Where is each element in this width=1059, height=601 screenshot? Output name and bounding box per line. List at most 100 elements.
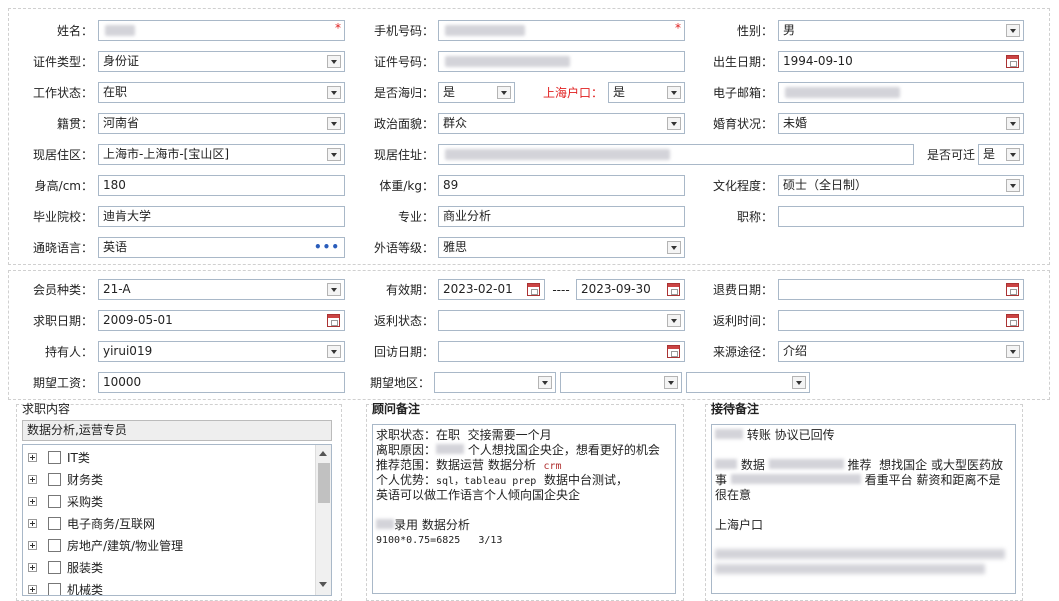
title-input[interactable] — [778, 206, 1024, 227]
chevron-down-icon[interactable] — [792, 376, 806, 389]
source-select[interactable]: 介绍 — [778, 341, 1024, 362]
chevron-down-icon[interactable] — [1006, 117, 1020, 130]
calendar-icon[interactable] — [527, 283, 540, 296]
chevron-down-icon[interactable] — [327, 345, 341, 358]
plus-box-icon[interactable] — [28, 497, 37, 506]
holder-label: 持有人： — [44, 345, 93, 359]
plus-box-icon[interactable] — [28, 563, 37, 572]
note-line: 很在意 — [715, 488, 752, 502]
refund-date-input[interactable] — [778, 279, 1024, 300]
plus-box-icon[interactable] — [28, 585, 37, 594]
education-select[interactable]: 硕士（全日制） — [778, 175, 1024, 196]
job-category-tree[interactable]: IT类 财务类 采购类 电子商务/互联网 房地产/建筑/物业管理 服装类 机械类 — [22, 444, 332, 596]
job-content-selected-value: 数据分析,运营专员 — [27, 423, 127, 437]
visit-date-input[interactable] — [438, 341, 685, 362]
note-line: 离职原因： 个人想找国企央企，想看更好的机会 — [376, 443, 660, 457]
rebate-time-input[interactable] — [778, 310, 1024, 331]
chevron-down-icon[interactable] — [667, 117, 681, 130]
checkbox-icon[interactable] — [48, 451, 61, 464]
checkbox-icon[interactable] — [48, 583, 61, 595]
chevron-down-icon[interactable] — [327, 117, 341, 130]
checkbox-icon[interactable] — [48, 517, 61, 530]
calendar-icon[interactable] — [1006, 55, 1019, 68]
chevron-down-icon[interactable] — [1006, 148, 1020, 161]
valid-to-input[interactable]: 2023-09-30 — [576, 279, 685, 300]
reception-notes-textarea[interactable]: 转账 协议已回传 数据 推荐 想找国企 或大型医药放 事 看重平台 薪资和距离不… — [711, 424, 1016, 594]
plus-box-icon[interactable] — [28, 475, 37, 484]
chevron-down-icon[interactable] — [664, 376, 678, 389]
plus-box-icon[interactable] — [28, 541, 37, 550]
id-type-select[interactable]: 身份证 — [98, 51, 345, 72]
foreign-level-select[interactable]: 雅思 — [438, 237, 685, 258]
job-date-label: 求职日期： — [32, 314, 93, 328]
chevron-down-icon[interactable] — [497, 86, 511, 99]
checkbox-icon[interactable] — [48, 495, 61, 508]
job-content-selected[interactable]: 数据分析,运营专员 — [22, 420, 332, 441]
chevron-down-icon[interactable] — [1006, 345, 1020, 358]
checkbox-icon[interactable] — [48, 473, 61, 486]
shanghai-hukou-select[interactable]: 是 — [608, 82, 685, 103]
name-label: 姓名： — [56, 24, 93, 38]
scroll-up-icon[interactable] — [319, 451, 327, 456]
major-input[interactable]: 商业分析 — [438, 206, 685, 227]
chevron-down-icon[interactable] — [667, 241, 681, 254]
tree-scrollbar[interactable] — [315, 445, 331, 595]
calendar-icon[interactable] — [1006, 314, 1019, 327]
returnee-select[interactable]: 是 — [438, 82, 515, 103]
checkbox-icon[interactable] — [48, 539, 61, 552]
expected-area-province-select[interactable] — [434, 372, 556, 393]
holder-select[interactable]: yirui019 — [98, 341, 345, 362]
chevron-down-icon[interactable] — [327, 55, 341, 68]
work-status-select[interactable]: 在职 — [98, 82, 345, 103]
birth-date-input[interactable]: 1994-09-10 — [778, 51, 1024, 72]
chevron-down-icon[interactable] — [667, 314, 681, 327]
weight-input[interactable]: 89 — [438, 175, 685, 196]
weight-label: 体重/kg： — [379, 179, 434, 193]
email-input[interactable] — [778, 82, 1024, 103]
marital-select[interactable]: 未婚 — [778, 113, 1024, 134]
scroll-thumb[interactable] — [318, 463, 330, 503]
id-number-input[interactable] — [438, 51, 685, 72]
job-date-input[interactable]: 2009-05-01 — [98, 310, 345, 331]
political-select[interactable]: 群众 — [438, 113, 685, 134]
valid-from-input[interactable]: 2023-02-01 — [438, 279, 545, 300]
chevron-down-icon[interactable] — [1006, 24, 1020, 37]
chevron-down-icon[interactable] — [1006, 179, 1020, 192]
ellipsis-icon[interactable]: ••• — [314, 238, 340, 257]
phone-label: 手机号码： — [373, 24, 434, 38]
name-input[interactable]: * — [98, 20, 345, 41]
accessible-select[interactable]: 是 — [978, 144, 1024, 165]
plus-box-icon[interactable] — [28, 519, 37, 528]
calendar-icon[interactable] — [327, 314, 340, 327]
residence-area-select[interactable]: 上海市-上海市-[宝山区] — [98, 144, 345, 165]
chevron-down-icon[interactable] — [327, 86, 341, 99]
expected-area-district-select[interactable] — [686, 372, 810, 393]
id-number-label: 证件号码： — [373, 55, 434, 69]
chevron-down-icon[interactable] — [538, 376, 552, 389]
chevron-down-icon[interactable] — [327, 283, 341, 296]
native-place-select[interactable]: 河南省 — [98, 113, 345, 134]
note-line — [715, 548, 1012, 563]
residence-address-input[interactable] — [438, 144, 914, 165]
phone-input[interactable]: * — [438, 20, 685, 41]
visit-date-label: 回访日期： — [373, 345, 434, 359]
rebate-status-select[interactable] — [438, 310, 685, 331]
calendar-icon[interactable] — [1006, 283, 1019, 296]
advisor-notes-textarea[interactable]: 求职状态：在职 交接需要一个月 离职原因： 个人想找国企央企，想看更好的机会 推… — [372, 424, 676, 594]
expected-salary-input[interactable]: 10000 — [98, 372, 345, 393]
member-type-value: 21-A — [103, 282, 131, 296]
chevron-down-icon[interactable] — [667, 86, 681, 99]
job-date-value: 2009-05-01 — [103, 313, 173, 327]
chevron-down-icon[interactable] — [327, 148, 341, 161]
expected-area-city-select[interactable] — [560, 372, 682, 393]
height-input[interactable]: 180 — [98, 175, 345, 196]
gender-select[interactable]: 男 — [778, 20, 1024, 41]
member-type-select[interactable]: 21-A — [98, 279, 345, 300]
calendar-icon[interactable] — [667, 283, 680, 296]
school-input[interactable]: 迪肯大学 — [98, 206, 345, 227]
scroll-down-icon[interactable] — [319, 582, 327, 587]
calendar-icon[interactable] — [667, 345, 680, 358]
language-input[interactable]: 英语 ••• — [98, 237, 345, 258]
checkbox-icon[interactable] — [48, 561, 61, 574]
plus-box-icon[interactable] — [28, 453, 37, 462]
